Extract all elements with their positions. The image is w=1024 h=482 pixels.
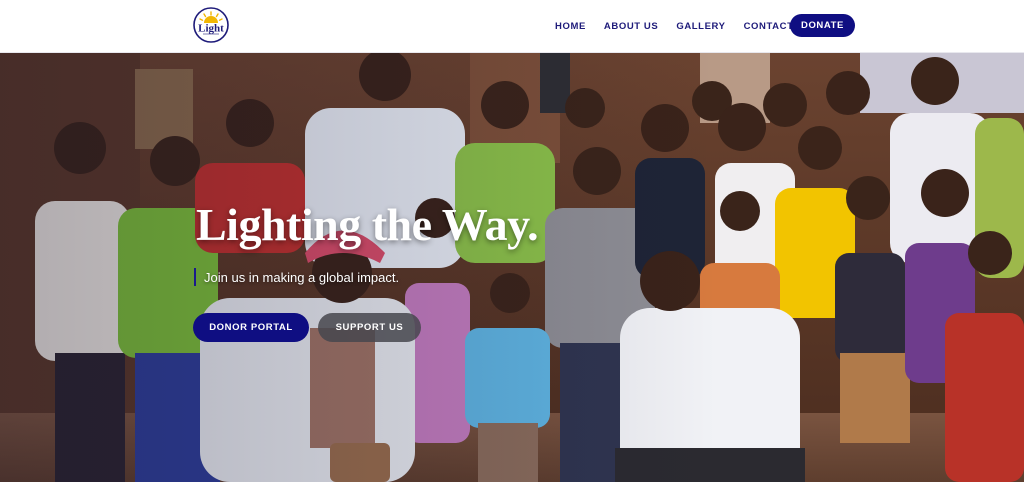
donor-portal-button[interactable]: DONOR PORTAL xyxy=(193,313,309,342)
nav-contact[interactable]: CONTACT xyxy=(744,21,794,32)
nav-gallery[interactable]: GALLERY xyxy=(676,21,725,32)
hero-title: Lighting the Way. xyxy=(196,199,539,250)
hero-subtitle-block: Join us in making a global impact. xyxy=(194,268,399,286)
hero-subtitle: Join us in making a global impact. xyxy=(204,269,400,285)
site-logo[interactable]: Light xyxy=(192,6,230,44)
nav-about-us[interactable]: ABOUT US xyxy=(604,21,658,32)
group-photo-children-icon xyxy=(0,53,1024,482)
hero-section: Lighting the Way. Join us in making a gl… xyxy=(0,53,1024,482)
support-us-button[interactable]: SUPPORT US xyxy=(318,313,421,342)
main-nav: HOME ABOUT US GALLERY CONTACT xyxy=(555,0,812,52)
nav-home[interactable]: HOME xyxy=(555,21,586,32)
sun-rays-logo-icon: Light xyxy=(193,7,229,43)
svg-text:Light: Light xyxy=(198,23,224,35)
donate-button[interactable]: DONATE xyxy=(790,14,855,37)
site-header: Light HOME ABOUT US GALLERY CONTACT DONA… xyxy=(0,0,1024,53)
accent-bar xyxy=(194,268,196,286)
